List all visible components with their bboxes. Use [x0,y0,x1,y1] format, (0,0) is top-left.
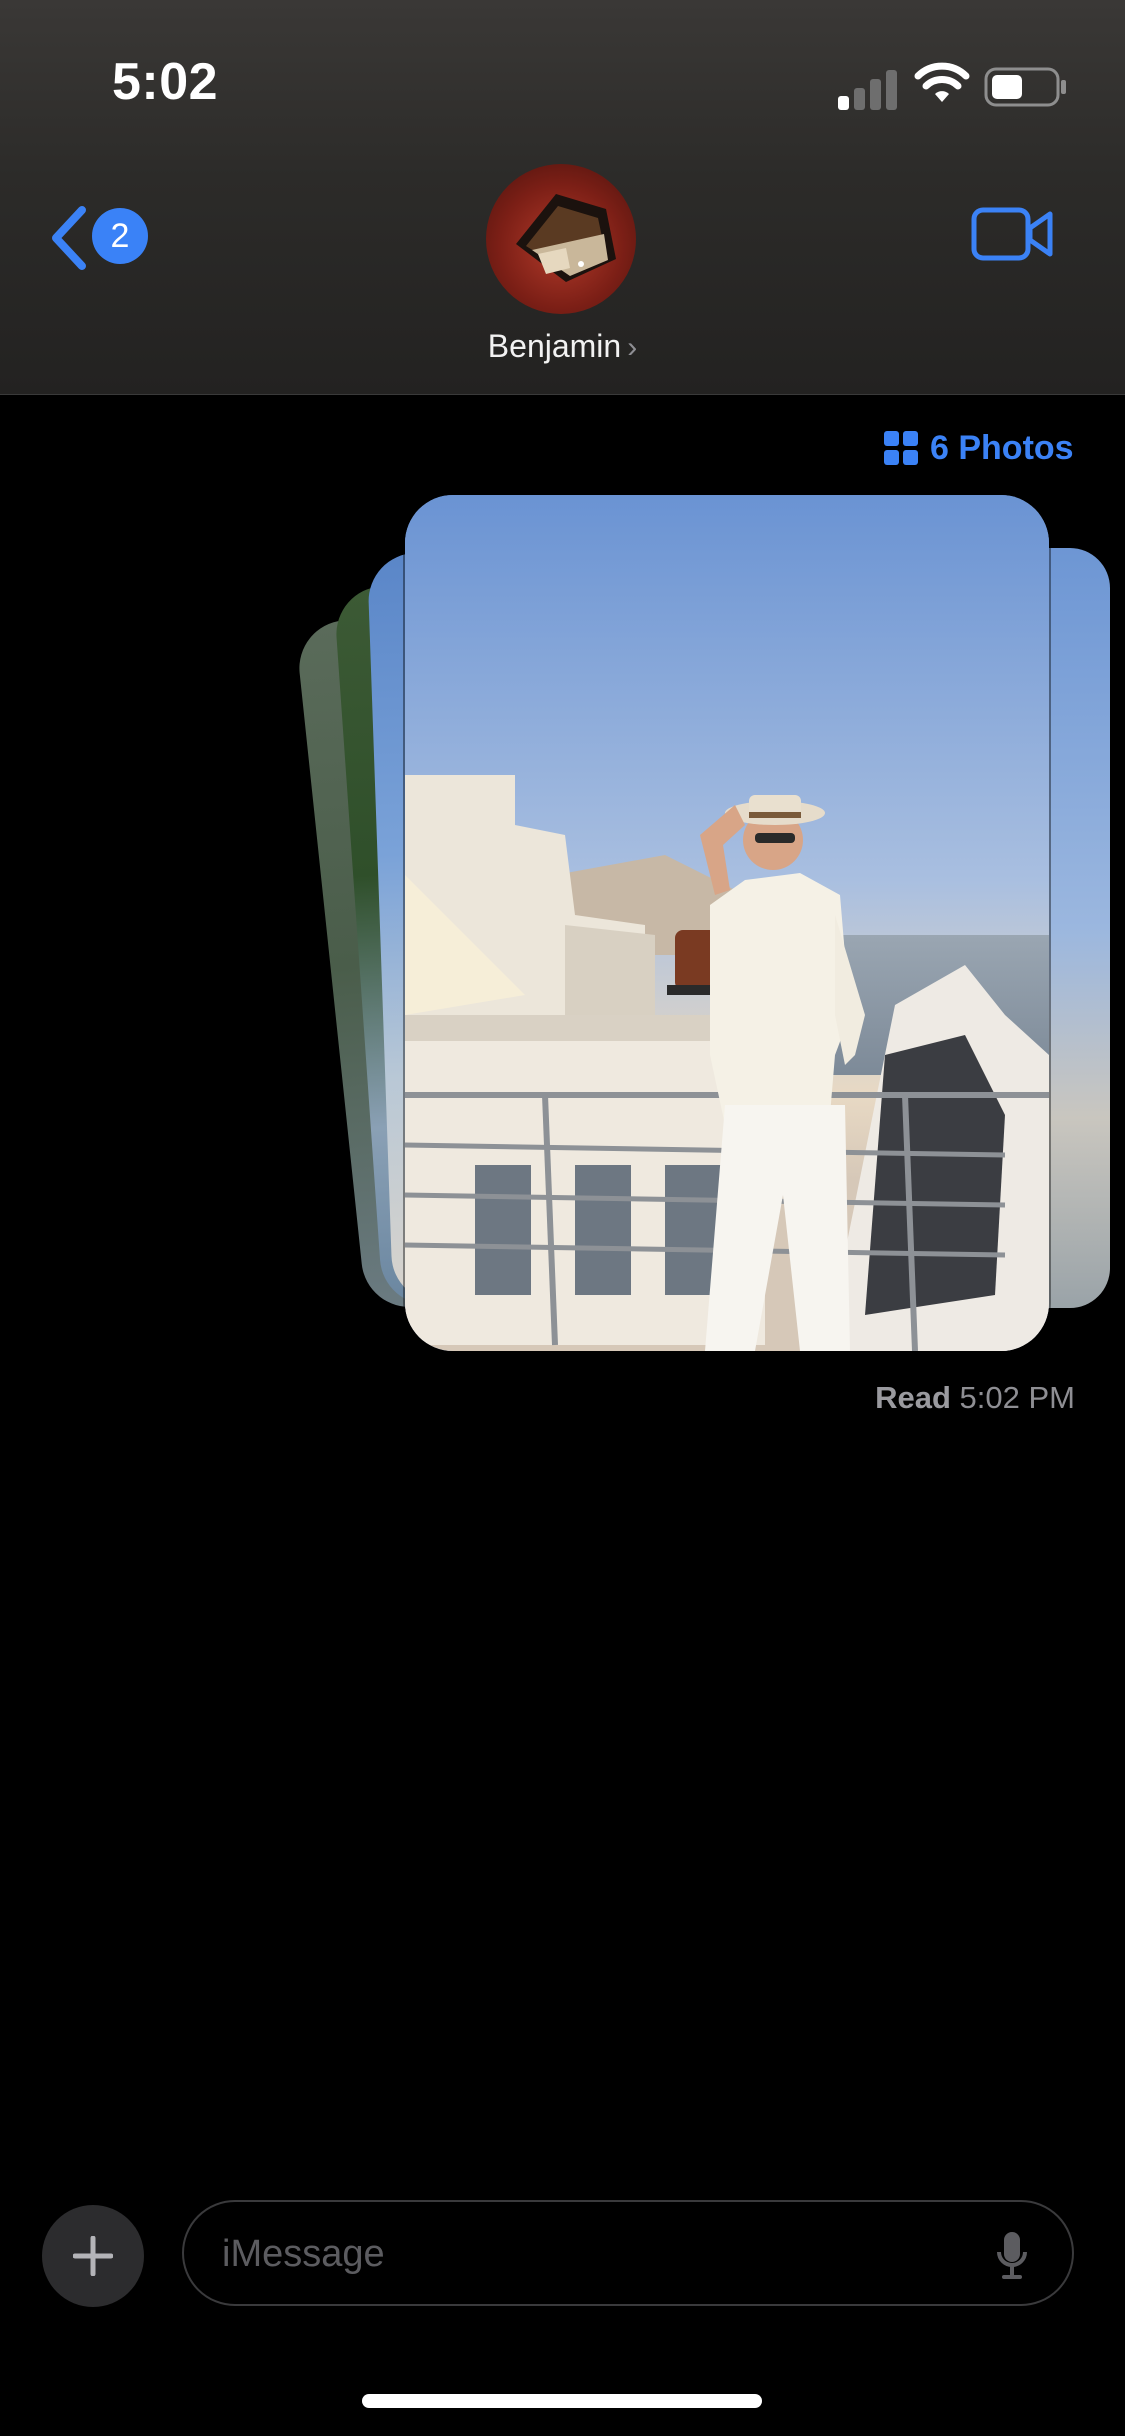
contact-header[interactable]: Benjamin › [430,160,695,380]
read-label: Read [875,1380,951,1415]
video-camera-icon [971,207,1053,261]
unread-count-badge: 2 [92,208,148,264]
photos-grid-link[interactable]: 6 Photos [884,425,1074,471]
plus-icon [73,2236,113,2276]
contact-name: Benjamin › [430,328,695,365]
photo-stack[interactable] [294,480,1125,1360]
read-time: 5:02 PM [959,1380,1075,1415]
contact-name-label: Benjamin [487,328,622,364]
navigation-header: 5:02 2 Benjamin › [0,0,1125,395]
wifi-icon [914,62,970,102]
message-input[interactable] [220,2202,984,2306]
photos-link-label: 6 Photos [930,428,1074,467]
grid-icon [884,431,918,465]
chevron-right-icon: › [627,331,638,364]
read-receipt: Read 5:02 PM [875,1380,1075,1416]
cellular-signal-icon [838,66,898,110]
back-chevron-icon [52,206,86,270]
home-indicator[interactable] [362,2394,762,2408]
facetime-video-button[interactable] [970,204,1056,264]
message-field[interactable] [182,2200,1074,2306]
back-button[interactable]: 2 [44,198,154,278]
battery-icon [984,67,1066,107]
avatar [486,164,636,314]
add-attachment-button[interactable] [42,2205,144,2307]
microphone-icon[interactable] [996,2230,1028,2280]
status-bar-time: 5:02 [112,53,219,111]
photo-bubble[interactable] [405,495,1049,1351]
